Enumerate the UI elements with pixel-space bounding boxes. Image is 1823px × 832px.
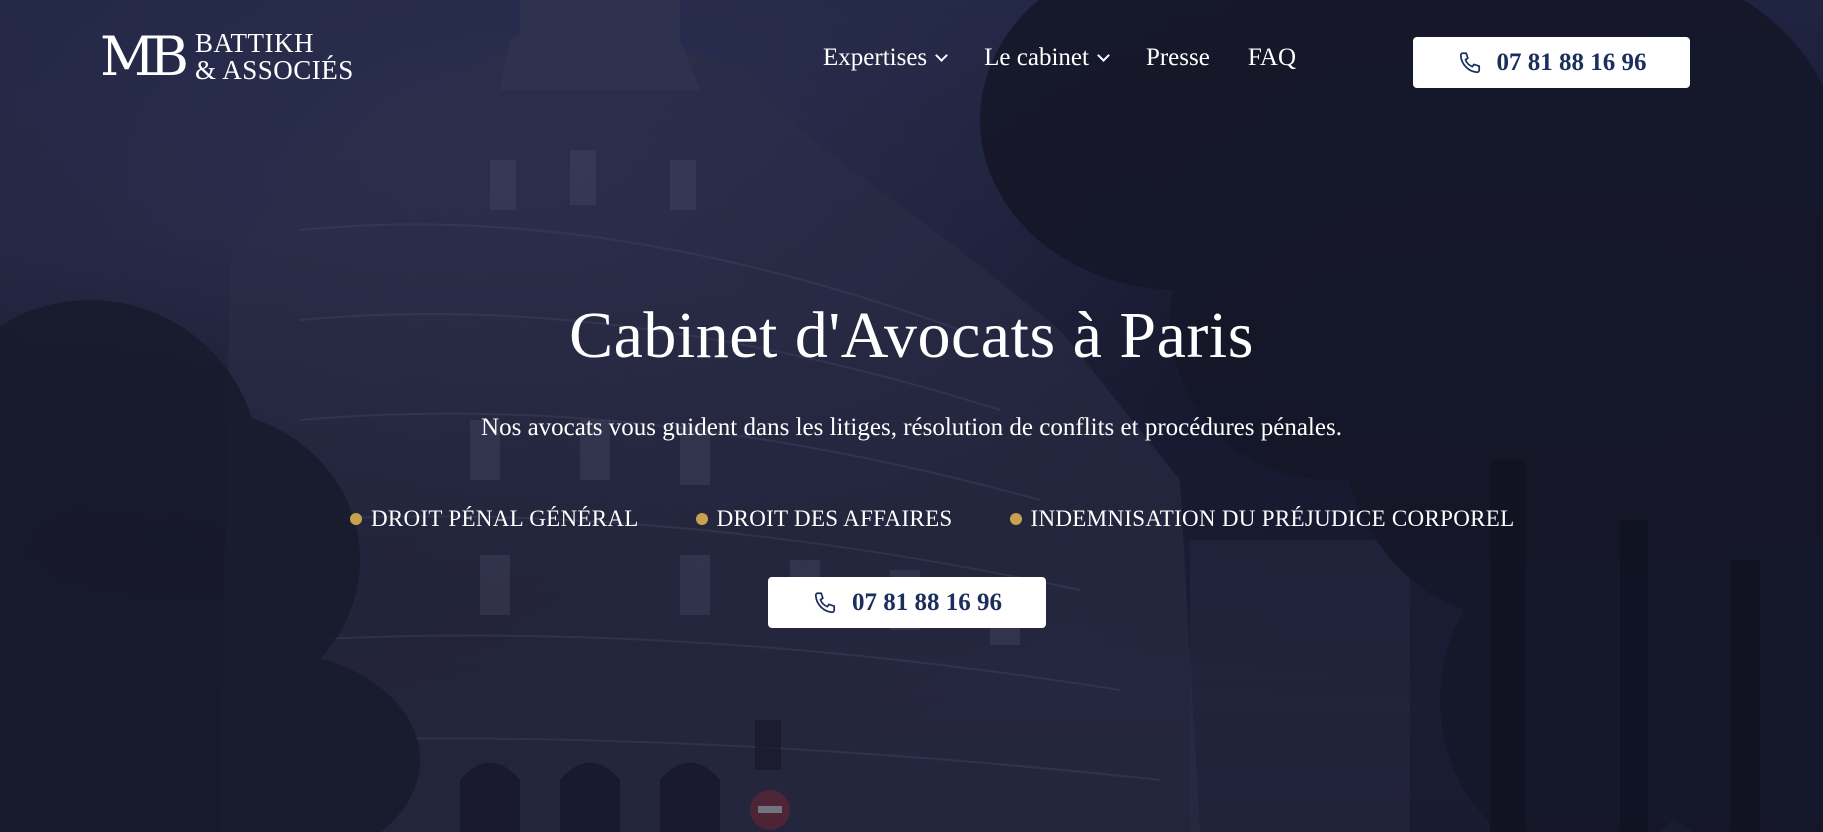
chevron-down-icon: [935, 48, 949, 62]
hero-section: MB BATTIKH & ASSOCIÉS Expertises Le cabi…: [0, 0, 1823, 832]
nav-item-expertises[interactable]: Expertises: [823, 44, 949, 72]
header-phone-button[interactable]: 07 81 88 16 96: [1413, 37, 1690, 88]
logo-monogram: MB: [100, 25, 189, 88]
practice-area-tag: DROIT DES AFFAIRES: [695, 506, 953, 532]
practice-area-label: DROIT PÉNAL GÉNÉRAL: [371, 506, 639, 531]
brand-logo[interactable]: MB BATTIKH & ASSOCIÉS: [100, 30, 354, 84]
nav-item-label: FAQ: [1247, 44, 1297, 71]
nav-item-faq[interactable]: FAQ: [1248, 44, 1296, 72]
bullet-dot-icon: [1009, 513, 1022, 525]
hero-subtitle: Nos avocats vous guident dans les litige…: [481, 414, 1342, 441]
practice-area-label: DROIT DES AFFAIRES: [716, 506, 953, 531]
practice-area-label: INDEMNISATION DU PRÉJUDICE CORPOREL: [1030, 506, 1515, 531]
practice-area-tag: DROIT PÉNAL GÉNÉRAL: [350, 506, 639, 532]
hero-phone-number: 07 81 88 16 96: [852, 588, 1002, 616]
bullet-dot-icon: [350, 513, 362, 525]
practice-area-tag: INDEMNISATION DU PRÉJUDICE CORPOREL: [1009, 506, 1515, 532]
main-nav: Expertises Le cabinet Presse FAQ: [823, 44, 1296, 72]
hero-call-button[interactable]: 07 81 88 16 96: [768, 577, 1046, 628]
nav-item-presse[interactable]: Presse: [1146, 44, 1210, 72]
nav-item-le-cabinet[interactable]: Le cabinet: [984, 44, 1110, 72]
hero-title: Cabinet d'Avocats à Paris: [569, 299, 1254, 372]
logo-wordmark: BATTIKH & ASSOCIÉS: [195, 30, 354, 84]
nav-item-label: Le cabinet: [984, 44, 1089, 71]
logo-line-1: BATTIKH: [194, 28, 314, 58]
chevron-down-icon: [1097, 48, 1110, 62]
phone-icon: [814, 591, 836, 613]
phone-icon: [1459, 51, 1480, 73]
practice-area-list: DROIT PÉNAL GÉNÉRAL DROIT DES AFFAIRES I…: [350, 506, 1514, 532]
header-phone-number: 07 81 88 16 96: [1496, 48, 1647, 76]
logo-line-2: & ASSOCIÉS: [194, 55, 354, 85]
bullet-dot-icon: [695, 513, 708, 525]
nav-item-label: Presse: [1145, 44, 1210, 71]
nav-item-label: Expertises: [823, 44, 928, 71]
